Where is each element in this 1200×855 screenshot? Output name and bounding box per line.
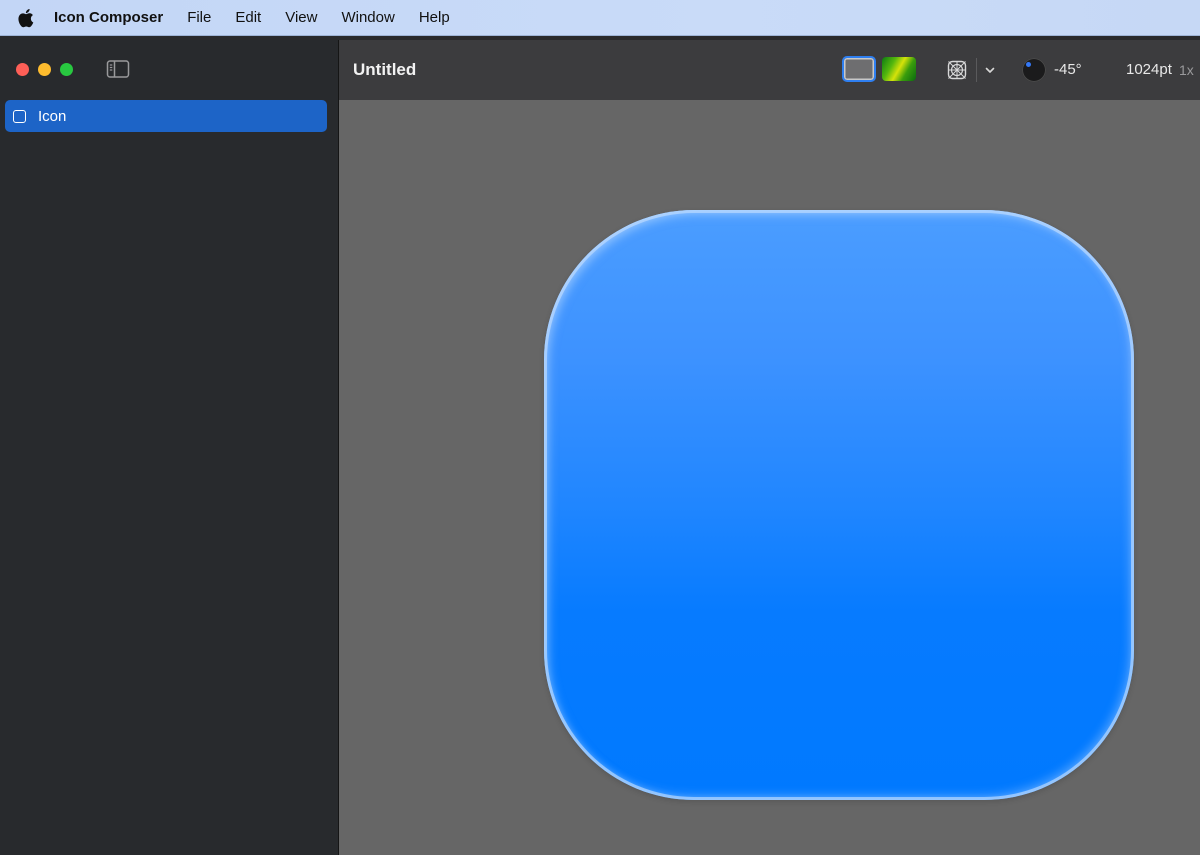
menu-window[interactable]: Window xyxy=(329,0,406,36)
close-window-button[interactable] xyxy=(16,63,29,76)
window-controls xyxy=(16,63,73,76)
toolbar: Untitled -45° 1024pt 1x xyxy=(339,40,1200,100)
zoom-window-button[interactable] xyxy=(60,63,73,76)
menu-app-name[interactable]: Icon Composer xyxy=(54,0,175,36)
chevron-down-icon[interactable] xyxy=(984,63,996,75)
sidebar-item-icon[interactable]: Icon xyxy=(5,100,327,132)
light-angle-indicator xyxy=(1026,62,1031,67)
sidebar-item-label: Icon xyxy=(38,107,67,125)
main-area: Untitled -45° 1024pt 1x xyxy=(339,40,1200,855)
lighting-grid-icon[interactable] xyxy=(946,59,968,81)
menu-bar: Icon Composer File Edit View Window Help xyxy=(0,0,1200,36)
toolbar-divider xyxy=(976,58,977,82)
light-angle-value: -45° xyxy=(1054,61,1082,78)
menu-edit[interactable]: Edit xyxy=(223,0,273,36)
icon-preview[interactable] xyxy=(544,210,1134,800)
icon-canvas[interactable] xyxy=(339,100,1200,855)
background-gray-swatch[interactable] xyxy=(842,56,876,82)
menu-file[interactable]: File xyxy=(175,0,223,36)
sidebar-toggle-icon[interactable] xyxy=(106,59,130,79)
document-title[interactable]: Untitled xyxy=(353,40,416,100)
menu-help[interactable]: Help xyxy=(407,0,462,36)
menu-view[interactable]: View xyxy=(273,0,329,36)
apple-logo-icon[interactable] xyxy=(16,8,34,28)
sidebar: Icon xyxy=(0,40,339,855)
background-green-swatch[interactable] xyxy=(882,57,916,81)
light-angle-dial[interactable] xyxy=(1022,58,1046,82)
canvas-scale-value[interactable]: 1x xyxy=(1179,40,1194,100)
rounded-square-icon xyxy=(13,109,26,123)
app-window: Icon Untitled -45° 1024pt 1x xyxy=(0,40,1200,855)
canvas-size-value[interactable]: 1024pt xyxy=(1126,40,1172,100)
minimize-window-button[interactable] xyxy=(38,63,51,76)
